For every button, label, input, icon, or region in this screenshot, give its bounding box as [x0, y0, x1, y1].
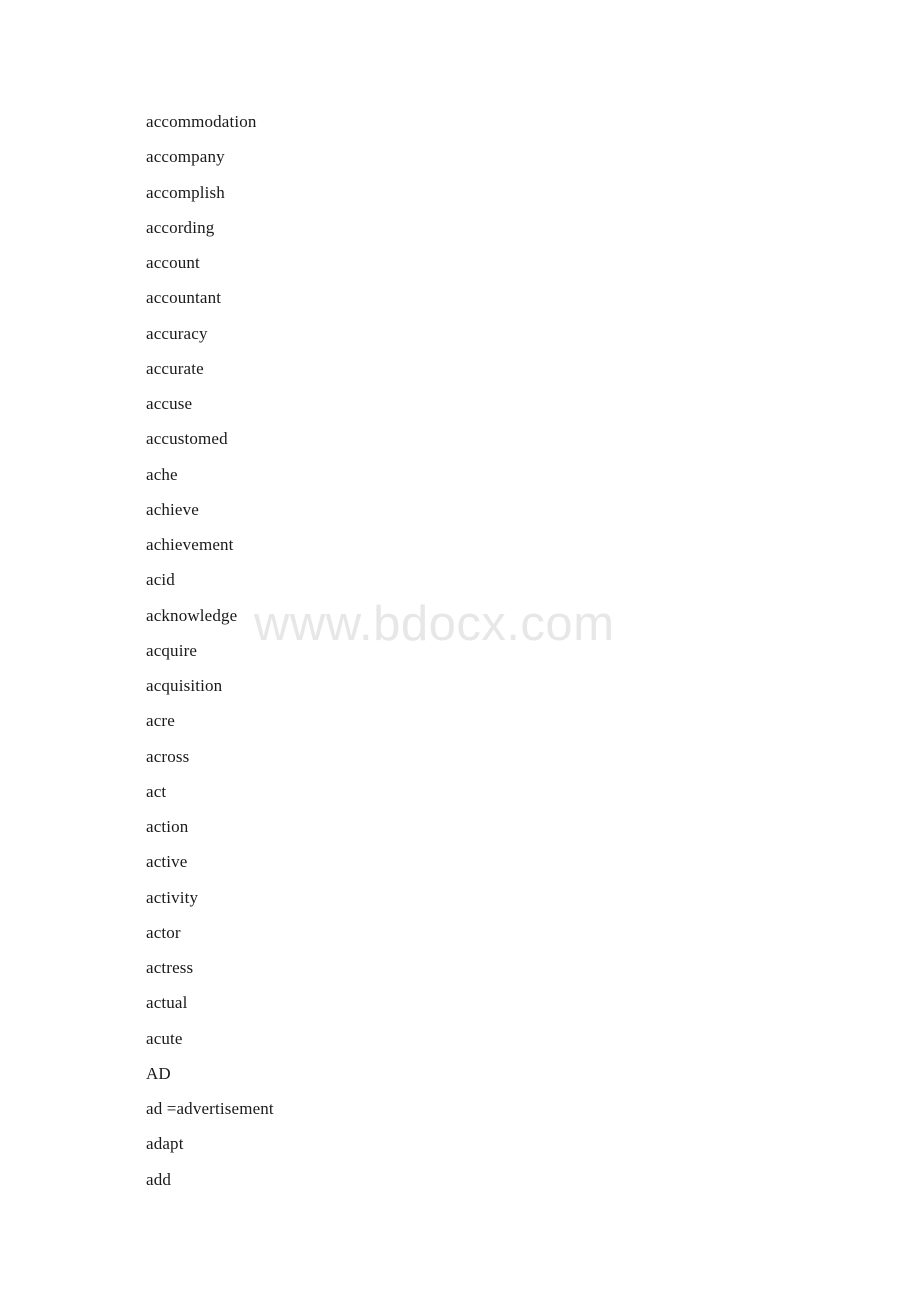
list-item: actual	[146, 993, 188, 1013]
list-item: accuse	[146, 394, 193, 413]
list-item: actress	[146, 958, 194, 977]
list-item: achievement	[146, 535, 234, 554]
list-item: ad =advertisement	[146, 1099, 274, 1118]
list-item: achieve	[146, 499, 199, 519]
list-item: action	[146, 817, 189, 836]
list-item: act	[146, 781, 167, 801]
list-item: acre	[146, 711, 175, 731]
list-item: according	[146, 217, 215, 237]
list-item: acquire	[146, 640, 198, 660]
list-item: adapt	[146, 1134, 184, 1154]
list-item: add	[146, 1169, 171, 1189]
list-item: accuracy	[146, 323, 208, 343]
list-item: ache	[146, 464, 178, 484]
list-item: accurate	[146, 358, 204, 378]
list-item: accompany	[146, 147, 225, 167]
list-item: AD	[146, 1063, 171, 1083]
list-item: acid	[146, 570, 175, 590]
list-item: accomplish	[146, 182, 225, 202]
list-item: acknowledge	[146, 605, 238, 625]
document-page: www.bdocx.com accommodation accompany ac…	[0, 0, 920, 1302]
list-item: accountant	[146, 288, 222, 308]
list-item: acquisition	[146, 676, 223, 695]
document-content: accommodation accompany accomplish accor…	[0, 0, 920, 1197]
vocabulary-word-list: accommodation accompany accomplish accor…	[146, 104, 920, 1197]
list-item: active	[146, 852, 188, 872]
list-item: accustomed	[146, 429, 228, 449]
list-item: accommodation	[146, 112, 257, 131]
list-item: activity	[146, 887, 199, 907]
list-item: across	[146, 746, 190, 766]
list-item: account	[146, 253, 200, 272]
list-item: actor	[146, 922, 181, 942]
list-item: acute	[146, 1028, 183, 1048]
